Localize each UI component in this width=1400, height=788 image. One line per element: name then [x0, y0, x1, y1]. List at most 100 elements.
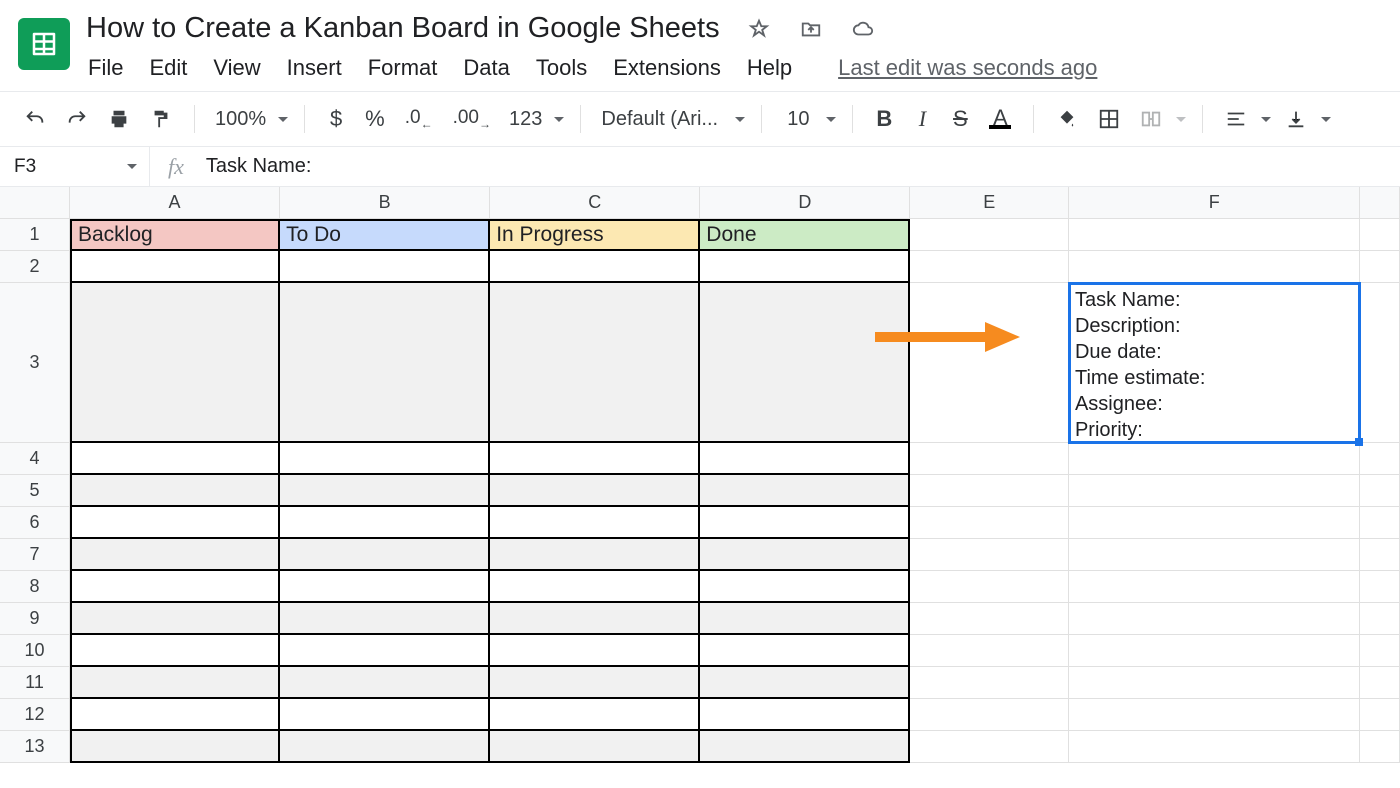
undo-icon[interactable] — [18, 104, 52, 134]
cell[interactable] — [910, 731, 1069, 763]
cell[interactable] — [280, 443, 490, 475]
row-header[interactable]: 8 — [0, 571, 70, 603]
cell[interactable] — [70, 603, 280, 635]
row-header[interactable]: 4 — [0, 443, 70, 475]
cell[interactable] — [1360, 571, 1400, 603]
cell[interactable]: Done — [700, 219, 910, 251]
cell[interactable] — [1360, 539, 1400, 571]
cell[interactable] — [490, 475, 700, 507]
cell[interactable] — [490, 539, 700, 571]
row-header[interactable]: 2 — [0, 251, 70, 283]
row-header[interactable]: 7 — [0, 539, 70, 571]
cell[interactable] — [910, 635, 1069, 667]
horizontal-align-icon[interactable] — [1219, 104, 1253, 134]
menu-edit[interactable]: Edit — [149, 55, 187, 81]
cell[interactable] — [280, 539, 490, 571]
cell[interactable] — [280, 475, 490, 507]
valign-caret-icon[interactable] — [1321, 108, 1331, 131]
menu-data[interactable]: Data — [463, 55, 509, 81]
cell[interactable] — [280, 603, 490, 635]
menu-help[interactable]: Help — [747, 55, 792, 81]
cell[interactable] — [910, 507, 1069, 539]
row-header[interactable]: 3 — [0, 283, 70, 443]
bold-icon[interactable]: B — [869, 102, 899, 136]
cell[interactable]: To Do — [280, 219, 490, 251]
cell[interactable] — [910, 475, 1069, 507]
decrease-decimal-icon[interactable]: .0← — [399, 103, 439, 135]
cell[interactable] — [70, 731, 280, 763]
column-header[interactable]: F — [1069, 187, 1360, 219]
cell[interactable]: In Progress — [490, 219, 700, 251]
cell[interactable] — [70, 699, 280, 731]
menu-extensions[interactable]: Extensions — [613, 55, 721, 81]
column-header[interactable]: E — [910, 187, 1069, 219]
cell[interactable] — [1069, 443, 1360, 475]
italic-icon[interactable]: I — [907, 102, 937, 136]
menu-format[interactable]: Format — [368, 55, 438, 81]
number-format-select[interactable]: 123 — [505, 108, 546, 131]
cell[interactable] — [490, 251, 700, 283]
print-icon[interactable] — [102, 104, 136, 134]
formula-bar-input[interactable]: Task Name: — [202, 155, 312, 178]
select-all-corner[interactable] — [0, 187, 70, 219]
font-caret-icon[interactable] — [735, 108, 745, 131]
percent-icon[interactable]: % — [359, 102, 391, 136]
cell[interactable] — [700, 443, 910, 475]
cell[interactable] — [700, 283, 910, 443]
zoom-caret-icon[interactable] — [278, 108, 288, 131]
cell[interactable] — [700, 251, 910, 283]
cell[interactable] — [1069, 667, 1360, 699]
cell[interactable] — [490, 731, 700, 763]
cell[interactable] — [1360, 507, 1400, 539]
cell[interactable] — [700, 603, 910, 635]
row-header[interactable]: 13 — [0, 731, 70, 763]
cell[interactable] — [1069, 731, 1360, 763]
cell[interactable] — [70, 475, 280, 507]
row-header[interactable]: 1 — [0, 219, 70, 251]
cell[interactable] — [280, 571, 490, 603]
cell[interactable] — [1360, 443, 1400, 475]
fill-color-icon[interactable] — [1050, 104, 1084, 134]
cell[interactable] — [910, 443, 1069, 475]
cell[interactable] — [70, 635, 280, 667]
cell[interactable] — [280, 635, 490, 667]
cell[interactable] — [700, 667, 910, 699]
increase-decimal-icon[interactable]: .00→ — [447, 103, 497, 135]
cell[interactable] — [1069, 603, 1360, 635]
cell[interactable] — [490, 699, 700, 731]
numfmt-caret-icon[interactable] — [554, 108, 564, 131]
font-family-select[interactable]: Default (Ari... — [597, 108, 727, 131]
row-header[interactable]: 6 — [0, 507, 70, 539]
cell[interactable] — [700, 475, 910, 507]
cell[interactable] — [1360, 667, 1400, 699]
cell[interactable] — [1069, 635, 1360, 667]
cell[interactable] — [1360, 699, 1400, 731]
merge-cells-icon[interactable] — [1134, 104, 1168, 134]
cell[interactable] — [1069, 571, 1360, 603]
vertical-align-icon[interactable] — [1279, 104, 1313, 134]
cell[interactable] — [910, 667, 1069, 699]
cell[interactable] — [1069, 507, 1360, 539]
row-header[interactable]: 12 — [0, 699, 70, 731]
cell[interactable] — [70, 251, 280, 283]
cell-selected[interactable]: Task Name: Description: Due date: Time e… — [1069, 283, 1360, 443]
column-header[interactable]: A — [70, 187, 280, 219]
cell[interactable] — [490, 283, 700, 443]
menu-insert[interactable]: Insert — [287, 55, 342, 81]
cell[interactable] — [1069, 475, 1360, 507]
cell[interactable] — [490, 443, 700, 475]
cell[interactable] — [280, 507, 490, 539]
cell[interactable] — [70, 667, 280, 699]
strikethrough-icon[interactable]: S — [945, 102, 975, 136]
cell[interactable] — [1069, 219, 1360, 251]
halign-caret-icon[interactable] — [1261, 108, 1271, 131]
cell[interactable] — [280, 731, 490, 763]
cell[interactable] — [700, 731, 910, 763]
cell[interactable] — [490, 507, 700, 539]
cell[interactable] — [1360, 603, 1400, 635]
column-header[interactable]: C — [490, 187, 700, 219]
cell[interactable] — [1360, 283, 1400, 443]
merge-caret-icon[interactable] — [1176, 108, 1186, 131]
borders-icon[interactable] — [1092, 104, 1126, 134]
cell[interactable] — [70, 507, 280, 539]
